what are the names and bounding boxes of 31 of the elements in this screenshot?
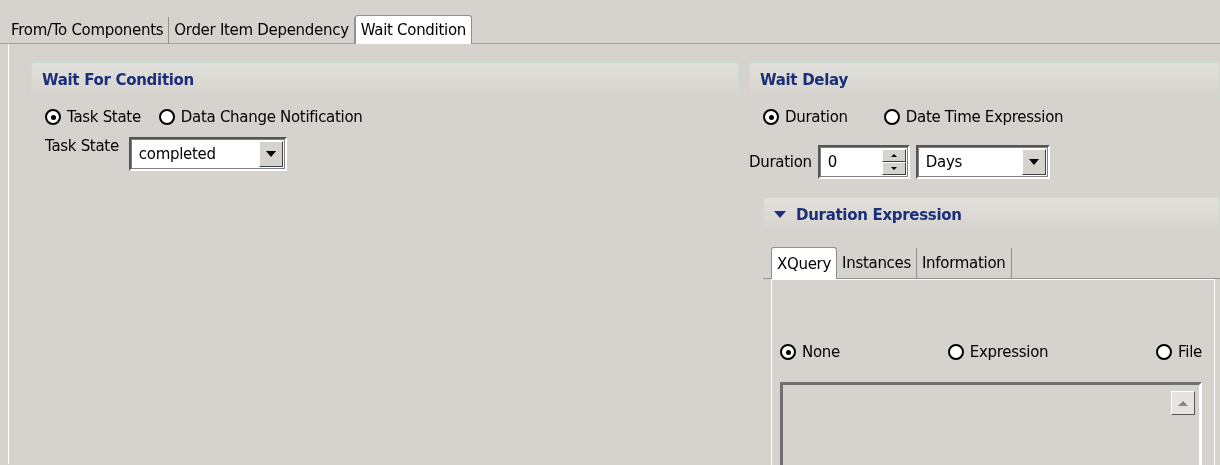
scroll-up-button[interactable] [1171,391,1195,415]
radio-option[interactable]: File [1156,343,1202,361]
radio-icon[interactable] [947,344,964,360]
radio-option[interactable]: Task State [45,108,141,126]
radio-icon[interactable] [763,109,779,125]
radio-icon[interactable] [158,109,175,125]
radio-option[interactable]: Data Change Notification [158,108,363,126]
up-icon [1178,400,1188,406]
radio-icon[interactable] [780,344,796,360]
task-state-dropdown[interactable]: completed [128,137,287,171]
radio-icon[interactable] [883,109,900,125]
section-title: Wait Delay [760,71,848,89]
dropdown-icon [265,151,276,157]
tab[interactable]: XQuery [771,247,838,279]
section-header[interactable]: Duration Expression [763,197,1220,232]
radio-option[interactable]: None [780,343,840,361]
duration-spinner[interactable]: 0 [817,145,910,179]
radio-icon[interactable] [1156,344,1173,360]
radio-option[interactable]: Duration [763,108,848,126]
tab[interactable]: Wait Condition [354,15,472,44]
radio-option[interactable]: Expression [947,343,1049,361]
section-title: Duration Expression [796,206,962,224]
field-label: Task State [45,137,119,155]
unit-dropdown[interactable]: Days [915,145,1050,179]
section-title: Wait For Condition [42,71,194,89]
up-icon [890,154,897,157]
field-label: Duration [749,153,812,171]
dropdown-icon [1028,159,1039,165]
down-icon [890,167,897,170]
radio-option[interactable]: Date Time Expression [883,108,1064,126]
radio-icon[interactable] [45,109,61,125]
